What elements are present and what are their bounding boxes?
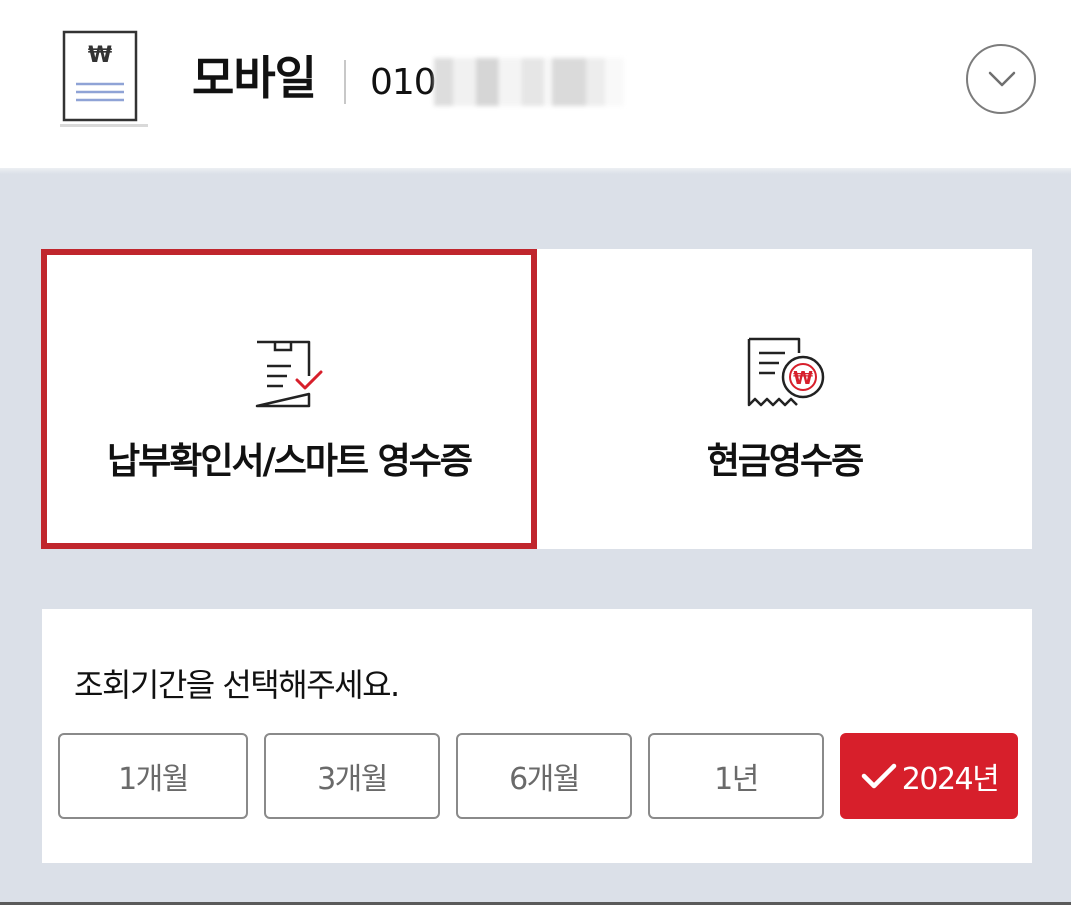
cash-receipt-won-icon: ₩ (747, 337, 824, 407)
period-6-months-button[interactable]: 6개월 (456, 733, 632, 819)
account-header: ₩ 모바일 010 (0, 0, 1071, 168)
phone-number: 010 (370, 62, 437, 103)
header-shadow (0, 168, 1071, 174)
svg-text:₩: ₩ (88, 43, 112, 68)
period-button-label: 6개월 (509, 762, 580, 797)
account-toggle-button[interactable] (966, 44, 1036, 114)
period-prompt: 조회기간을 선택해주세요. (74, 666, 400, 704)
check-icon (861, 763, 897, 789)
payment-confirmation-card[interactable]: 납부확인서/스마트 영수증 (41, 249, 537, 549)
period-button-label: 1개월 (118, 762, 189, 797)
period-selection-panel: 조회기간을 선택해주세요. 1개월 3개월 6개월 1년 2024년 (42, 609, 1032, 863)
cash-receipt-card[interactable]: ₩ 현금영수증 (537, 249, 1032, 549)
period-1-month-button[interactable]: 1개월 (58, 733, 248, 819)
clipboard-check-icon (255, 340, 323, 408)
period-button-label: 1년 (714, 762, 759, 797)
period-1-year-button[interactable]: 1년 (648, 733, 824, 819)
period-button-label: 2024년 (901, 762, 1000, 797)
title-divider (344, 60, 346, 104)
phone-number-mask (434, 58, 624, 106)
cash-receipt-label: 현금영수증 (706, 441, 865, 482)
won-bill-icon: ₩ (60, 30, 148, 127)
period-button-label: 3개월 (317, 762, 388, 797)
period-2024-button[interactable]: 2024년 (840, 733, 1018, 819)
chevron-down-icon (988, 71, 1016, 87)
period-3-months-button[interactable]: 3개월 (264, 733, 440, 819)
svg-text:₩: ₩ (793, 368, 813, 389)
payment-confirmation-label: 납부확인서/스마트 영수증 (106, 441, 473, 482)
service-title: 모바일 (192, 51, 317, 105)
